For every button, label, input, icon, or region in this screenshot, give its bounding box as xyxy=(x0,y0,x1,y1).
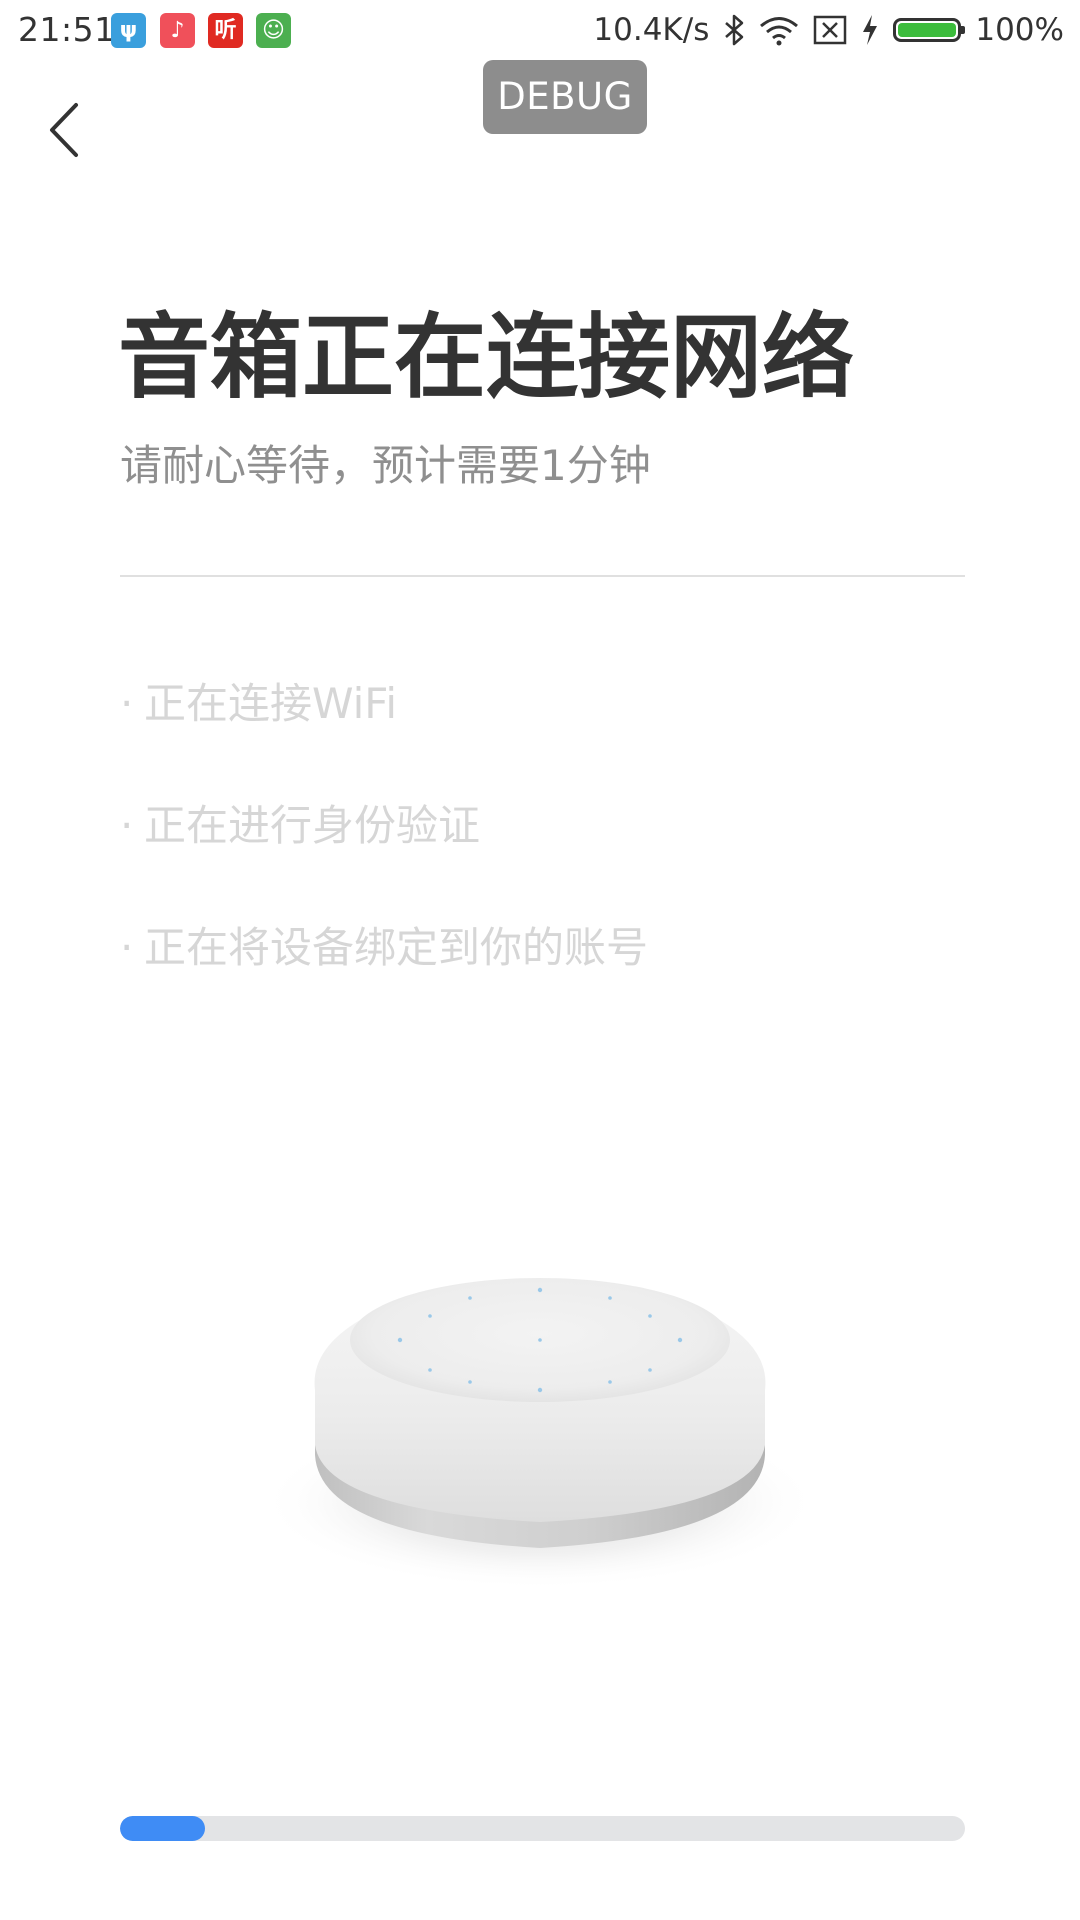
page-subtitle: 请耐心等待，预计需要1分钟 xyxy=(120,441,651,490)
status-time: 21:51 xyxy=(18,10,116,49)
progress-bar xyxy=(120,1816,965,1841)
music-app-icon: ♪ xyxy=(160,13,195,48)
usb-icon: ψ xyxy=(111,13,146,48)
charging-icon xyxy=(863,15,878,45)
progress-fill xyxy=(120,1816,205,1841)
wifi-icon xyxy=(760,17,799,46)
step-label: 正在进行身份验证 xyxy=(144,801,481,850)
step-label: 正在连接WiFi xyxy=(144,679,398,728)
battery-percent: 100% xyxy=(975,12,1064,48)
speaker-illustration xyxy=(260,1278,820,1590)
battery-icon xyxy=(893,18,966,42)
bluetooth-icon xyxy=(725,14,744,46)
step-item-connect-wifi: · 正在连接WiFi xyxy=(120,670,397,731)
chevron-left-icon xyxy=(50,103,78,157)
listen-app-icon: 听 xyxy=(208,13,243,48)
page-title: 音箱正在连接网络 xyxy=(118,304,855,411)
step-bullet: · xyxy=(120,801,134,850)
divider xyxy=(120,575,965,577)
battery-fill xyxy=(898,23,957,37)
step-item-bind-account: · 正在将设备绑定到你的账号 xyxy=(120,914,648,975)
debug-badge: DEBUG xyxy=(483,60,647,134)
android-app-icon: ☺ xyxy=(256,13,291,48)
back-button[interactable] xyxy=(40,95,100,165)
battery-cap xyxy=(961,26,966,34)
step-bullet: · xyxy=(120,923,134,972)
step-bullet: · xyxy=(120,679,134,728)
status-right: 10.4K/s 100% xyxy=(593,10,1064,50)
step-label: 正在将设备绑定到你的账号 xyxy=(144,923,649,972)
status-bar: 21:51 ψ ♪ 听 ☺ 10.4K/s 100% xyxy=(0,0,1080,62)
step-item-authentication: · 正在进行身份验证 xyxy=(120,792,480,853)
sim-no-service-icon xyxy=(814,15,847,45)
network-speed: 10.4K/s xyxy=(593,12,710,48)
